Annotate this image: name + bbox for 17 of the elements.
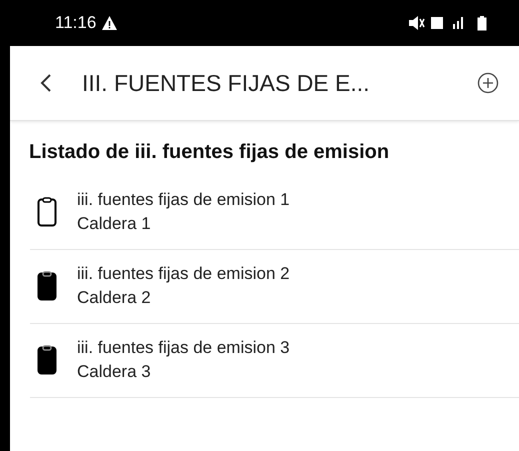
list-heading: Listado de iii. fuentes fijas de emision	[28, 140, 390, 165]
list-item[interactable]: iii. fuentes fijas de emision 2 Caldera 2	[30, 250, 519, 324]
battery-icon	[477, 16, 487, 30]
page-title: III. FUENTES FIJAS DE E...	[82, 70, 371, 96]
item-title: iii. fuentes fijas de emision 2	[77, 264, 290, 284]
list-item[interactable]: iii. fuentes fijas de emision 3 Caldera 3	[30, 324, 519, 398]
warning-icon	[102, 16, 118, 30]
list-item[interactable]: iii. fuentes fijas de emision 1 Caldera 1	[30, 176, 519, 250]
add-button[interactable]	[477, 72, 499, 94]
status-time: 11:16	[55, 13, 96, 33]
item-subtitle: Caldera 2	[77, 288, 152, 308]
item-title: iii. fuentes fijas de emision 3	[77, 338, 290, 358]
item-subtitle: Caldera 1	[77, 214, 152, 234]
mute-icon	[409, 16, 425, 30]
back-button[interactable]	[40, 73, 52, 93]
item-subtitle: Caldera 3	[77, 362, 152, 382]
item-title: iii. fuentes fijas de emision 1	[77, 190, 290, 210]
